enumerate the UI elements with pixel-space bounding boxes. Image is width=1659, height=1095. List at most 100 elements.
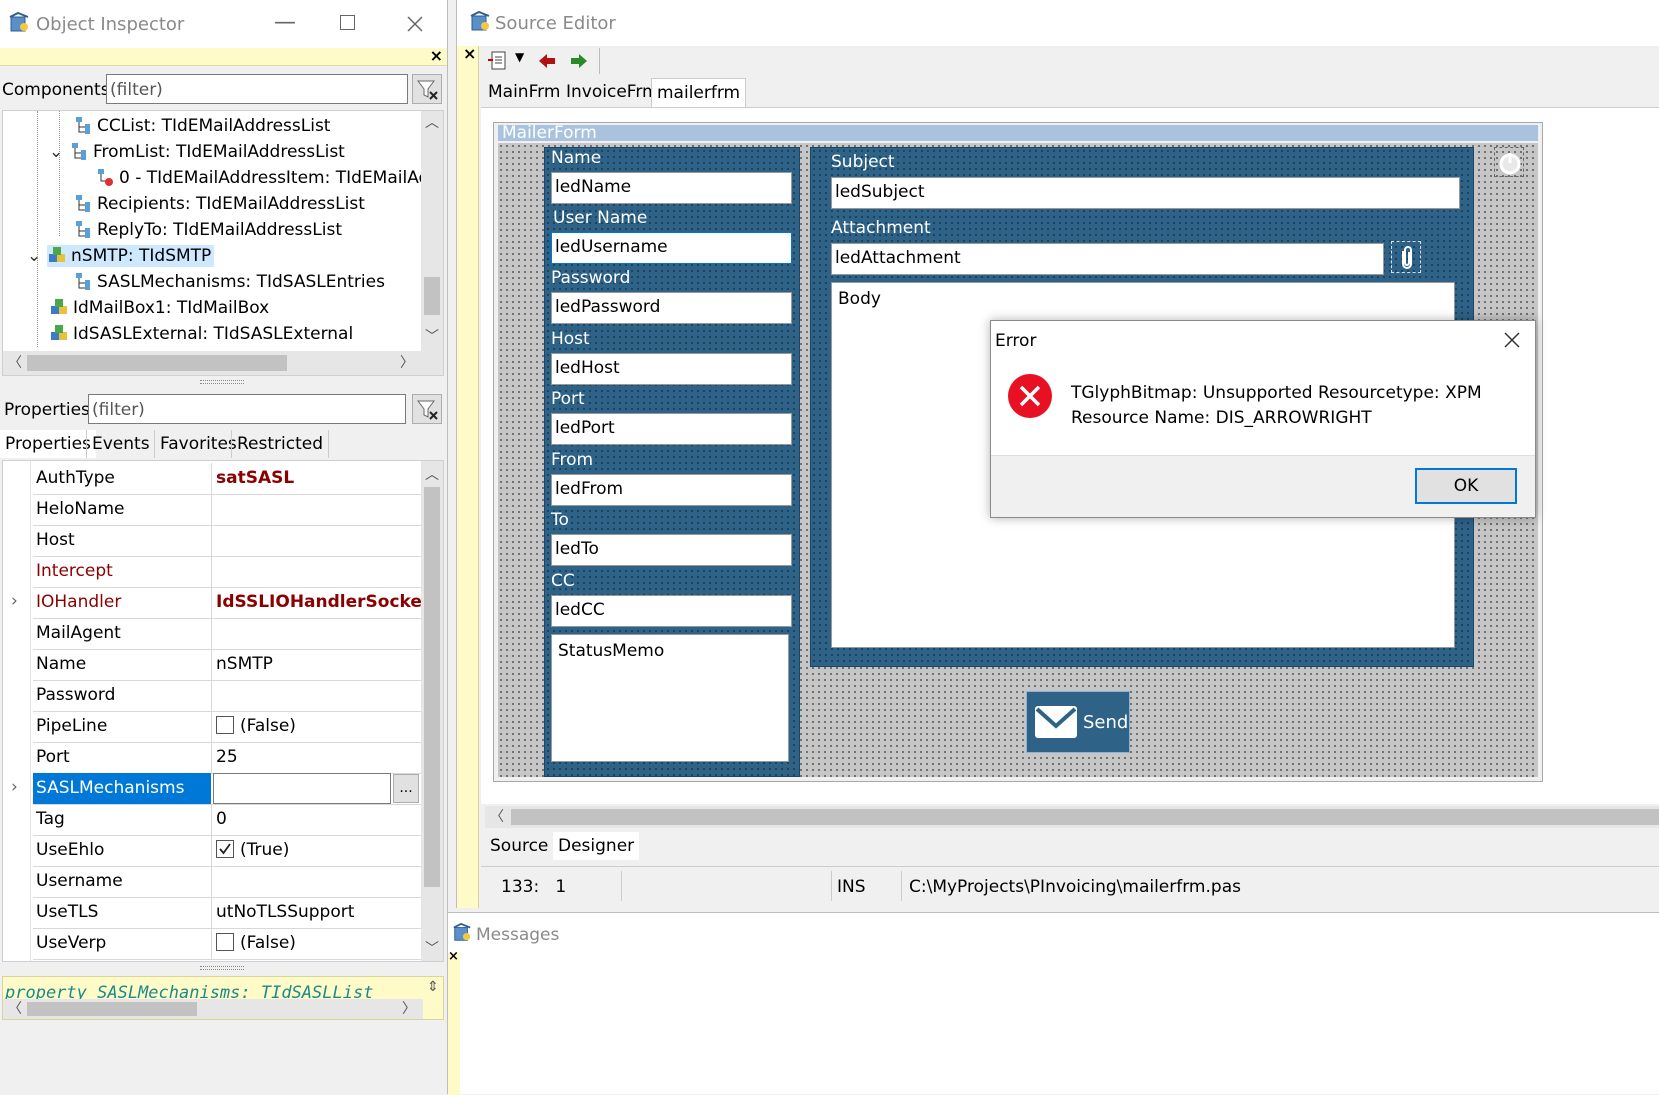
- ok-button[interactable]: OK: [1415, 468, 1517, 504]
- username-edit[interactable]: ledUsername: [551, 232, 792, 264]
- close-icon[interactable]: [406, 15, 424, 33]
- ellipsis-button[interactable]: ...: [393, 774, 419, 803]
- property-value[interactable]: 0: [216, 809, 421, 829]
- scrollbar-thumb[interactable]: [424, 487, 440, 887]
- saslmechanisms-editor[interactable]: [213, 773, 391, 804]
- strip-close-icon[interactable]: ×: [448, 949, 459, 964]
- pipeline-checkbox[interactable]: [216, 716, 234, 734]
- property-row-saslmechanisms[interactable]: SASLMechanisms ...: [33, 773, 421, 805]
- attachment-edit[interactable]: ledAttachment: [831, 243, 1384, 275]
- form-caption-bar[interactable]: MailerForm: [498, 123, 1538, 143]
- property-row-useverp[interactable]: UseVerp (False): [33, 928, 421, 960]
- property-row-intercept[interactable]: Intercept: [33, 556, 421, 588]
- close-form-button[interactable]: [1494, 147, 1524, 177]
- expanded-chevron-icon[interactable]: ⌄: [49, 139, 69, 165]
- tree-vertical-scrollbar[interactable]: ︿ ﹀: [421, 111, 443, 351]
- scrollbar-thumb[interactable]: [27, 355, 287, 371]
- designer-horizontal-scrollbar[interactable]: 〈: [485, 806, 1659, 828]
- component-tree[interactable]: CCList: TIdEMailAddressList ⌄ FromList: T…: [2, 110, 444, 376]
- tree-item-recipients[interactable]: Recipients: TIdEMailAddressList: [73, 191, 365, 217]
- tree-item-address-item[interactable]: 0 - TIdEMailAddressItem: TIdEMailAddre: [95, 165, 443, 191]
- expand-chevron-icon[interactable]: ›: [11, 777, 18, 797]
- scroll-right-icon[interactable]: 〉: [399, 999, 419, 1019]
- from-edit[interactable]: ledFrom: [551, 474, 792, 506]
- tab-favorites[interactable]: Favorites: [154, 430, 242, 458]
- tree-item-idsaslexternal[interactable]: IdSASLExternal: TIdSASLExternal: [49, 321, 353, 347]
- scroll-down-icon[interactable]: ﹀: [421, 327, 443, 347]
- port-edit[interactable]: ledPort: [551, 413, 792, 445]
- tree-item-fromlist[interactable]: ⌄ FromList: TIdEMailAddressList: [49, 139, 345, 165]
- tree-item-saslmechanisms[interactable]: SASLMechanisms: TIdSASLEntries: [73, 269, 385, 295]
- tree-item-cclist[interactable]: CCList: TIdEMailAddressList: [73, 113, 330, 139]
- tab-properties[interactable]: Properties: [0, 430, 96, 458]
- maximize-icon[interactable]: [340, 15, 355, 30]
- property-row-password[interactable]: Password: [33, 680, 421, 712]
- to-edit[interactable]: ledTo: [551, 534, 792, 566]
- properties-filter-input[interactable]: (filter): [88, 394, 406, 424]
- tab-mailerfrm[interactable]: mailerfrm: [651, 78, 747, 107]
- property-value[interactable]: satSASL: [216, 468, 421, 488]
- connection-panel[interactable]: Name ledName User Name ledUsername Passw…: [544, 147, 800, 777]
- scrollbar-thumb[interactable]: [511, 809, 1659, 825]
- source-editor-titlebar[interactable]: Source Editor: [457, 0, 1659, 46]
- scroll-right-icon[interactable]: 〉: [397, 353, 417, 373]
- hint-horizontal-scrollbar[interactable]: 〈 〉: [3, 999, 423, 1019]
- tab-mainfrm[interactable]: MainFrm: [483, 78, 565, 106]
- dialog-close-icon[interactable]: [1503, 331, 1521, 349]
- property-value[interactable]: nSMTP: [216, 654, 421, 674]
- scroll-left-icon[interactable]: 〈: [5, 999, 25, 1019]
- scrollbar-thumb[interactable]: [27, 1002, 197, 1016]
- scroll-left-icon[interactable]: 〈: [487, 807, 507, 827]
- tab-events[interactable]: Events: [86, 430, 155, 458]
- property-row-host[interactable]: Host: [33, 525, 421, 557]
- attach-button[interactable]: [1391, 241, 1421, 273]
- minimize-icon[interactable]: —: [274, 10, 296, 35]
- tree-horizontal-scrollbar[interactable]: 〈 〉: [3, 351, 443, 375]
- scroll-down-icon[interactable]: ﹀: [421, 939, 443, 959]
- hint-close-icon[interactable]: ×: [430, 46, 443, 65]
- scroll-updown-icon[interactable]: ⇕: [423, 977, 443, 997]
- tab-restricted[interactable]: Restricted: [231, 430, 330, 458]
- tree-item-idmailbox1[interactable]: IdMailBox1: TIdMailBox: [49, 295, 269, 321]
- splitter-grip[interactable]: [200, 380, 244, 384]
- splitter-grip[interactable]: [200, 966, 244, 970]
- property-row-pipeline[interactable]: PipeLine (False): [33, 711, 421, 743]
- arrow-back-icon[interactable]: [537, 51, 557, 71]
- property-value[interactable]: 25: [216, 747, 421, 767]
- property-grid-scrollbar[interactable]: ︿ ﹀: [421, 461, 443, 961]
- tree-item-replyto[interactable]: ReplyTo: TIdEMailAddressList: [73, 217, 342, 243]
- subject-edit[interactable]: ledSubject: [831, 177, 1460, 209]
- tab-invoicefrm[interactable]: InvoiceFrm: [561, 78, 664, 106]
- components-filter-button[interactable]: [412, 74, 442, 104]
- tab-designer[interactable]: Designer: [553, 832, 640, 860]
- property-row-authtype[interactable]: AuthType satSASL: [33, 463, 421, 495]
- tree-item-nsmtp[interactable]: ⌄ nSMTP: TIdSMTP: [27, 243, 215, 269]
- components-filter-input[interactable]: (filter): [106, 74, 408, 104]
- scroll-up-icon[interactable]: ︿: [421, 465, 443, 485]
- object-inspector-titlebar[interactable]: Object Inspector —: [0, 0, 447, 48]
- expand-chevron-icon[interactable]: ›: [11, 591, 18, 611]
- dropdown-icon[interactable]: ▼: [515, 50, 524, 64]
- property-row-iohandler[interactable]: IOHandler IdSSLIOHandlerSocketOp: [33, 587, 421, 619]
- property-row-username[interactable]: Username: [33, 866, 421, 898]
- scroll-up-icon[interactable]: ︿: [421, 113, 443, 133]
- send-button[interactable]: Send: [1026, 691, 1130, 753]
- properties-filter-button[interactable]: [412, 394, 442, 424]
- property-row-usetls[interactable]: UseTLS utNoTLSSupport: [33, 897, 421, 929]
- property-grid[interactable]: AuthType satSASL HeloName Host Intercept …: [2, 460, 444, 962]
- scrollbar-thumb[interactable]: [424, 277, 440, 315]
- arrow-forward-icon[interactable]: [569, 51, 589, 71]
- useverp-checkbox[interactable]: [216, 933, 234, 951]
- property-row-mailagent[interactable]: MailAgent: [33, 618, 421, 650]
- jump-list-icon[interactable]: [487, 50, 509, 72]
- tab-source[interactable]: Source: [485, 832, 553, 860]
- property-value[interactable]: utNoTLSSupport: [216, 902, 421, 922]
- property-row-tag[interactable]: Tag 0: [33, 804, 421, 836]
- property-row-name[interactable]: Name nSMTP: [33, 649, 421, 681]
- host-edit[interactable]: ledHost: [551, 353, 792, 385]
- scroll-left-icon[interactable]: 〈: [5, 353, 25, 373]
- property-row-useehlo[interactable]: UseEhlo (True): [33, 835, 421, 867]
- property-row-heloname[interactable]: HeloName: [33, 494, 421, 526]
- status-memo[interactable]: StatusMemo: [551, 634, 789, 762]
- password-edit[interactable]: ledPassword: [551, 292, 792, 324]
